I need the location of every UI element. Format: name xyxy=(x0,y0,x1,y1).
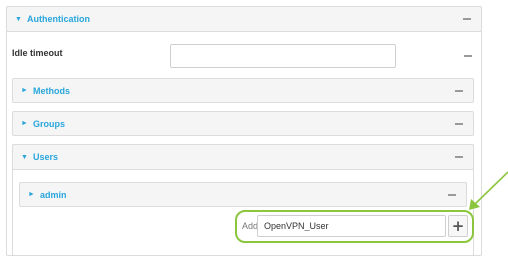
groups-title: Groups xyxy=(33,118,66,129)
minus-icon[interactable] xyxy=(448,193,456,196)
minus-icon[interactable] xyxy=(455,122,463,125)
methods-header[interactable]: ► Methods xyxy=(12,78,474,103)
triangle-right-icon: ► xyxy=(21,87,28,94)
add-user-button[interactable]: + xyxy=(448,215,468,237)
minus-icon[interactable] xyxy=(463,18,471,20)
admin-title: admin xyxy=(40,189,67,200)
plus-icon: + xyxy=(451,216,465,235)
idle-timeout-label: Idle timeout xyxy=(12,48,63,58)
groups-header[interactable]: ► Groups xyxy=(12,111,474,136)
methods-title: Methods xyxy=(33,85,70,96)
admin-title-wrap: ► admin xyxy=(28,190,67,200)
minus-icon[interactable] xyxy=(455,89,463,92)
admin-user-header[interactable]: ► admin xyxy=(19,182,467,207)
idle-timeout-remove-icon[interactable] xyxy=(464,55,472,57)
triangle-right-icon: ► xyxy=(21,120,28,127)
users-title: Users xyxy=(33,152,59,162)
add-user-input[interactable] xyxy=(257,215,446,237)
users-header[interactable]: ▼ Users xyxy=(12,144,474,170)
add-user-label: Add xyxy=(242,221,259,231)
minus-icon[interactable] xyxy=(455,156,463,158)
groups-title-wrap: ► Groups xyxy=(21,119,65,129)
triangle-right-icon: ► xyxy=(28,191,35,198)
authentication-header[interactable]: ▼ Authentication xyxy=(6,6,482,32)
authentication-title: Authentication xyxy=(27,14,90,24)
methods-title-wrap: ► Methods xyxy=(21,86,70,96)
triangle-down-icon: ▼ xyxy=(15,15,22,23)
authentication-title-wrap: ▼ Authentication xyxy=(15,14,90,24)
triangle-down-icon: ▼ xyxy=(21,153,28,161)
idle-timeout-input[interactable] xyxy=(170,44,396,68)
users-title-wrap: ▼ Users xyxy=(21,152,58,162)
